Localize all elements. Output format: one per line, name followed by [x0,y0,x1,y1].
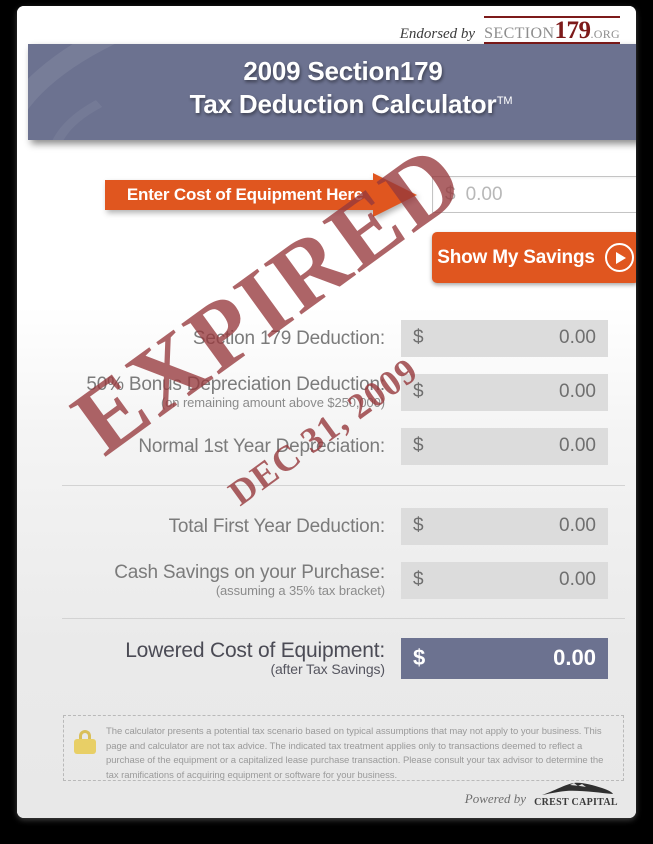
section179-logo[interactable]: SECTION 179 .ORG [484,16,620,44]
result-row-bonus-depreciation: 50% Bonus Depreciation Deduction: (on re… [17,365,636,419]
banner-title-line1: 2009 Section179 [243,56,443,86]
calculator-card: Endorsed by SECTION 179 .ORG 2009 Sectio… [17,6,636,818]
results-list: Section 179 Deduction: $ 0.00 50% Bonus … [17,311,636,685]
dollar-sign-icon: $ [413,515,424,536]
result-label: Normal 1st Year Depreciation: [17,436,401,457]
disclaimer-box: The calculator presents a potential tax … [63,715,624,781]
result-value-box: $ 0.00 [401,637,608,679]
result-value: 0.00 [559,435,596,456]
result-label: Total First Year Deduction: [17,516,401,537]
result-label-text: Normal 1st Year Depreciation: [138,435,385,457]
result-label-text: Total First Year Deduction: [168,515,386,537]
result-row-total-first-year: Total First Year Deduction: $ 0.00 [17,499,636,553]
result-label: 50% Bonus Depreciation Deduction: (on re… [17,374,401,410]
result-label-text: Section 179 Deduction: [192,327,385,349]
enter-cost-arrow-callout: Enter Cost of Equipment Here [105,173,417,217]
equipment-cost-placeholder: 0.00 [465,183,503,205]
endorsed-by-label: Endorsed by [399,26,476,42]
result-value-box: $ 0.00 [401,507,608,545]
result-value: 0.00 [559,515,596,536]
equipment-cost-input[interactable]: $ 0.00 [432,176,636,213]
result-value-box: $ 0.00 [401,561,608,599]
enter-cost-label: Enter Cost of Equipment Here [126,185,364,204]
dollar-sign-icon: $ [413,645,426,670]
result-value-box: $ 0.00 [401,373,608,411]
result-label-text: Cash Savings on your Purchase: [114,562,385,583]
result-sublabel-text: (after Tax Savings) [270,661,385,677]
divider-wrap-1 [17,473,636,499]
powered-by-label: Powered by [464,791,526,806]
result-value: 0.00 [559,327,596,348]
dollar-sign-icon: $ [413,381,424,402]
result-row-section179: Section 179 Deduction: $ 0.00 [17,311,636,365]
trademark-symbol: TM [496,95,513,107]
result-value: 0.00 [559,381,596,402]
banner-title-line2-wrap: Tax Deduction Calculator TM [189,88,513,121]
result-value: 0.00 [559,569,596,590]
section179-logo-word: SECTION [484,25,555,42]
section179-logo-tld: .ORG [590,27,620,41]
result-label: Section 179 Deduction: [17,328,401,349]
title-banner: 2009 Section179 Tax Deduction Calculator… [28,44,636,140]
result-sublabel-text: (assuming a 35% tax bracket) [215,583,385,598]
dollar-sign-icon: $ [445,183,456,205]
endorsement-strip: Endorsed by SECTION 179 .ORG [399,16,620,44]
crest-capital-logo[interactable]: CREST CAPITAL [534,782,618,808]
result-label-text: 50% Bonus Depreciation Deduction: [86,374,385,395]
crest-capital-mark-icon [542,782,613,795]
show-my-savings-label: Show My Savings [437,246,595,268]
banner-title: 2009 Section179 Tax Deduction Calculator… [28,55,636,121]
page-root: Endorsed by SECTION 179 .ORG 2009 Sectio… [0,0,653,844]
result-value: 0.00 [553,645,596,670]
banner-title-line2: Tax Deduction Calculator [189,89,497,119]
circle-arrow-right-icon [604,243,634,272]
dollar-sign-icon: $ [413,327,424,348]
result-label: Lowered Cost of Equipment: (after Tax Sa… [17,639,401,677]
padlock-icon [74,730,96,754]
result-row-lowered-cost: Lowered Cost of Equipment: (after Tax Sa… [17,631,636,685]
disclaimer-text: The calculator presents a potential tax … [106,726,604,781]
dollar-sign-icon: $ [413,569,424,590]
arrow-head-icon [373,173,417,217]
divider-wrap-2 [17,607,636,631]
dollar-sign-icon: $ [413,435,424,456]
result-sublabel-text: (on remaining amount above $250,000) [160,395,385,410]
result-value-box: $ 0.00 [401,319,608,357]
section179-logo-number: 179 [554,17,591,44]
result-row-cash-savings: Cash Savings on your Purchase: (assuming… [17,553,636,607]
result-label-text: Lowered Cost of Equipment: [125,639,385,662]
powered-by-footer: Powered by CREST CAPITAL [465,782,618,808]
section-divider [62,485,625,486]
result-value-box: $ 0.00 [401,427,608,465]
show-my-savings-button[interactable]: Show My Savings [432,232,636,283]
result-row-normal-depreciation: Normal 1st Year Depreciation: $ 0.00 [17,419,636,473]
crest-capital-name: CREST CAPITAL [534,797,618,808]
section-divider [62,618,625,619]
result-label: Cash Savings on your Purchase: (assuming… [17,562,401,598]
